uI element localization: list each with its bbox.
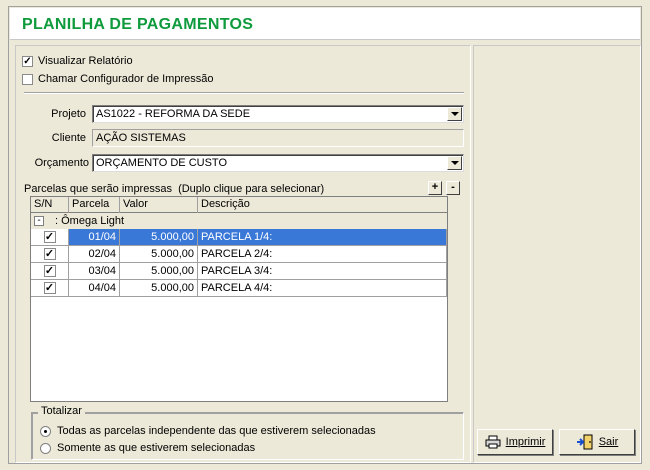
table-row[interactable]: ✓ 01/04 5.000,00 PARCELA 1/4: — [31, 229, 447, 246]
chamar-configurador-checkbox[interactable] — [22, 73, 33, 85]
orcamento-select[interactable]: ORÇAMENTO DE CUSTO — [92, 154, 464, 172]
chevron-down-icon — [450, 161, 459, 165]
imprimir-button[interactable]: Imprimir — [477, 429, 553, 455]
parcelas-grid[interactable]: S/N Parcela Valor Descrição - : Ômega Li… — [30, 196, 448, 402]
totalizar-todas-radio[interactable] — [40, 425, 51, 437]
projeto-select[interactable]: AS1022 - REFORMA DA SEDE — [92, 105, 464, 123]
totalizar-option-todas[interactable]: Todas as parcelas independente das que e… — [40, 425, 376, 437]
projeto-value: AS1022 - REFORMA DA SEDE — [96, 108, 251, 120]
sair-button[interactable]: Sair — [559, 429, 635, 455]
grid-header: S/N Parcela Valor Descrição — [31, 197, 447, 213]
descricao-cell: PARCELA 4/4: — [198, 280, 447, 297]
parcelas-caption: Parcelas que serão impressas (Duplo cliq… — [24, 183, 325, 195]
descricao-cell: PARCELA 2/4: — [198, 246, 447, 263]
row-checkbox-cell[interactable]: ✓ — [31, 246, 69, 263]
row-checkbox[interactable]: ✓ — [43, 265, 56, 277]
parcela-cell: 04/04 — [69, 280, 120, 297]
add-parcela-button[interactable]: + — [428, 181, 442, 195]
projeto-dropdown-button[interactable] — [447, 107, 462, 121]
page-title: PLANILHA DE PAGAMENTOS — [22, 16, 254, 33]
descricao-cell: PARCELA 1/4: — [198, 229, 447, 246]
valor-cell: 5.000,00 — [120, 280, 198, 297]
parcela-cell: 02/04 — [69, 246, 120, 263]
row-checkbox-cell[interactable]: ✓ — [31, 280, 69, 297]
parcela-cell: 03/04 — [69, 263, 120, 280]
cliente-value: AÇÃO SISTEMAS — [96, 132, 186, 144]
group-label: : Ômega Light — [55, 215, 125, 227]
chamar-configurador-option[interactable]: Chamar Configurador de Impressão — [22, 73, 213, 85]
visualizar-relatorio-option[interactable]: ✓ Visualizar Relatório — [22, 55, 133, 67]
valor-cell: 5.000,00 — [120, 229, 198, 246]
projeto-label: Projeto — [51, 108, 86, 120]
descricao-cell: PARCELA 3/4: — [198, 263, 447, 280]
row-checkbox-cell[interactable]: ✓ — [31, 263, 69, 280]
parcela-cell: 01/04 — [69, 229, 120, 246]
row-checkbox[interactable]: ✓ — [43, 248, 56, 260]
totalizar-option-somente[interactable]: Somente as que estiverem selecionadas — [40, 442, 255, 454]
valor-cell: 5.000,00 — [120, 246, 198, 263]
column-header-sn[interactable]: S/N — [31, 197, 69, 213]
column-header-descricao[interactable]: Descrição — [198, 197, 447, 213]
separator — [24, 92, 464, 94]
row-checkbox-cell[interactable]: ✓ — [31, 229, 69, 246]
header-bar: PLANILHA DE PAGAMENTOS — [10, 8, 640, 40]
chevron-down-icon — [450, 112, 459, 116]
totalizar-somente-label: Somente as que estiverem selecionadas — [57, 442, 256, 454]
valor-cell: 5.000,00 — [120, 263, 198, 280]
orcamento-label: Orçamento — [34, 157, 89, 169]
column-header-valor[interactable]: Valor — [120, 197, 198, 213]
actions-panel — [473, 45, 641, 463]
group-row[interactable]: - : Ômega Light — [31, 213, 447, 229]
exit-door-icon — [576, 434, 593, 450]
printer-icon — [485, 435, 501, 449]
orcamento-value: ORÇAMENTO DE CUSTO — [96, 157, 227, 169]
cliente-label: Cliente — [51, 132, 86, 144]
column-header-parcela[interactable]: Parcela — [69, 197, 120, 213]
totalizar-todas-label: Todas as parcelas independente das que e… — [57, 425, 376, 437]
sair-label: Sair — [598, 436, 619, 448]
row-checkbox[interactable]: ✓ — [43, 231, 56, 243]
table-row[interactable]: ✓ 03/04 5.000,00 PARCELA 3/4: — [31, 263, 447, 280]
table-row[interactable]: ✓ 02/04 5.000,00 PARCELA 2/4: — [31, 246, 447, 263]
imprimir-label: Imprimir — [505, 436, 546, 448]
payment-sheet-window: PLANILHA DE PAGAMENTOS ✓ Visualizar Rela… — [8, 6, 642, 464]
totalizar-title: Totalizar — [38, 405, 85, 417]
table-row[interactable]: ✓ 04/04 5.000,00 PARCELA 4/4: — [31, 280, 447, 297]
collapse-icon[interactable]: - — [34, 216, 44, 226]
totalizar-somente-radio[interactable] — [40, 442, 51, 454]
visualizar-relatorio-checkbox[interactable]: ✓ — [22, 55, 33, 67]
orcamento-dropdown-button[interactable] — [447, 156, 462, 170]
chamar-configurador-label: Chamar Configurador de Impressão — [38, 73, 214, 85]
cliente-field: AÇÃO SISTEMAS — [92, 129, 464, 147]
row-checkbox[interactable]: ✓ — [43, 282, 56, 294]
visualizar-relatorio-label: Visualizar Relatório — [38, 55, 133, 67]
remove-parcela-button[interactable]: - — [446, 181, 460, 195]
